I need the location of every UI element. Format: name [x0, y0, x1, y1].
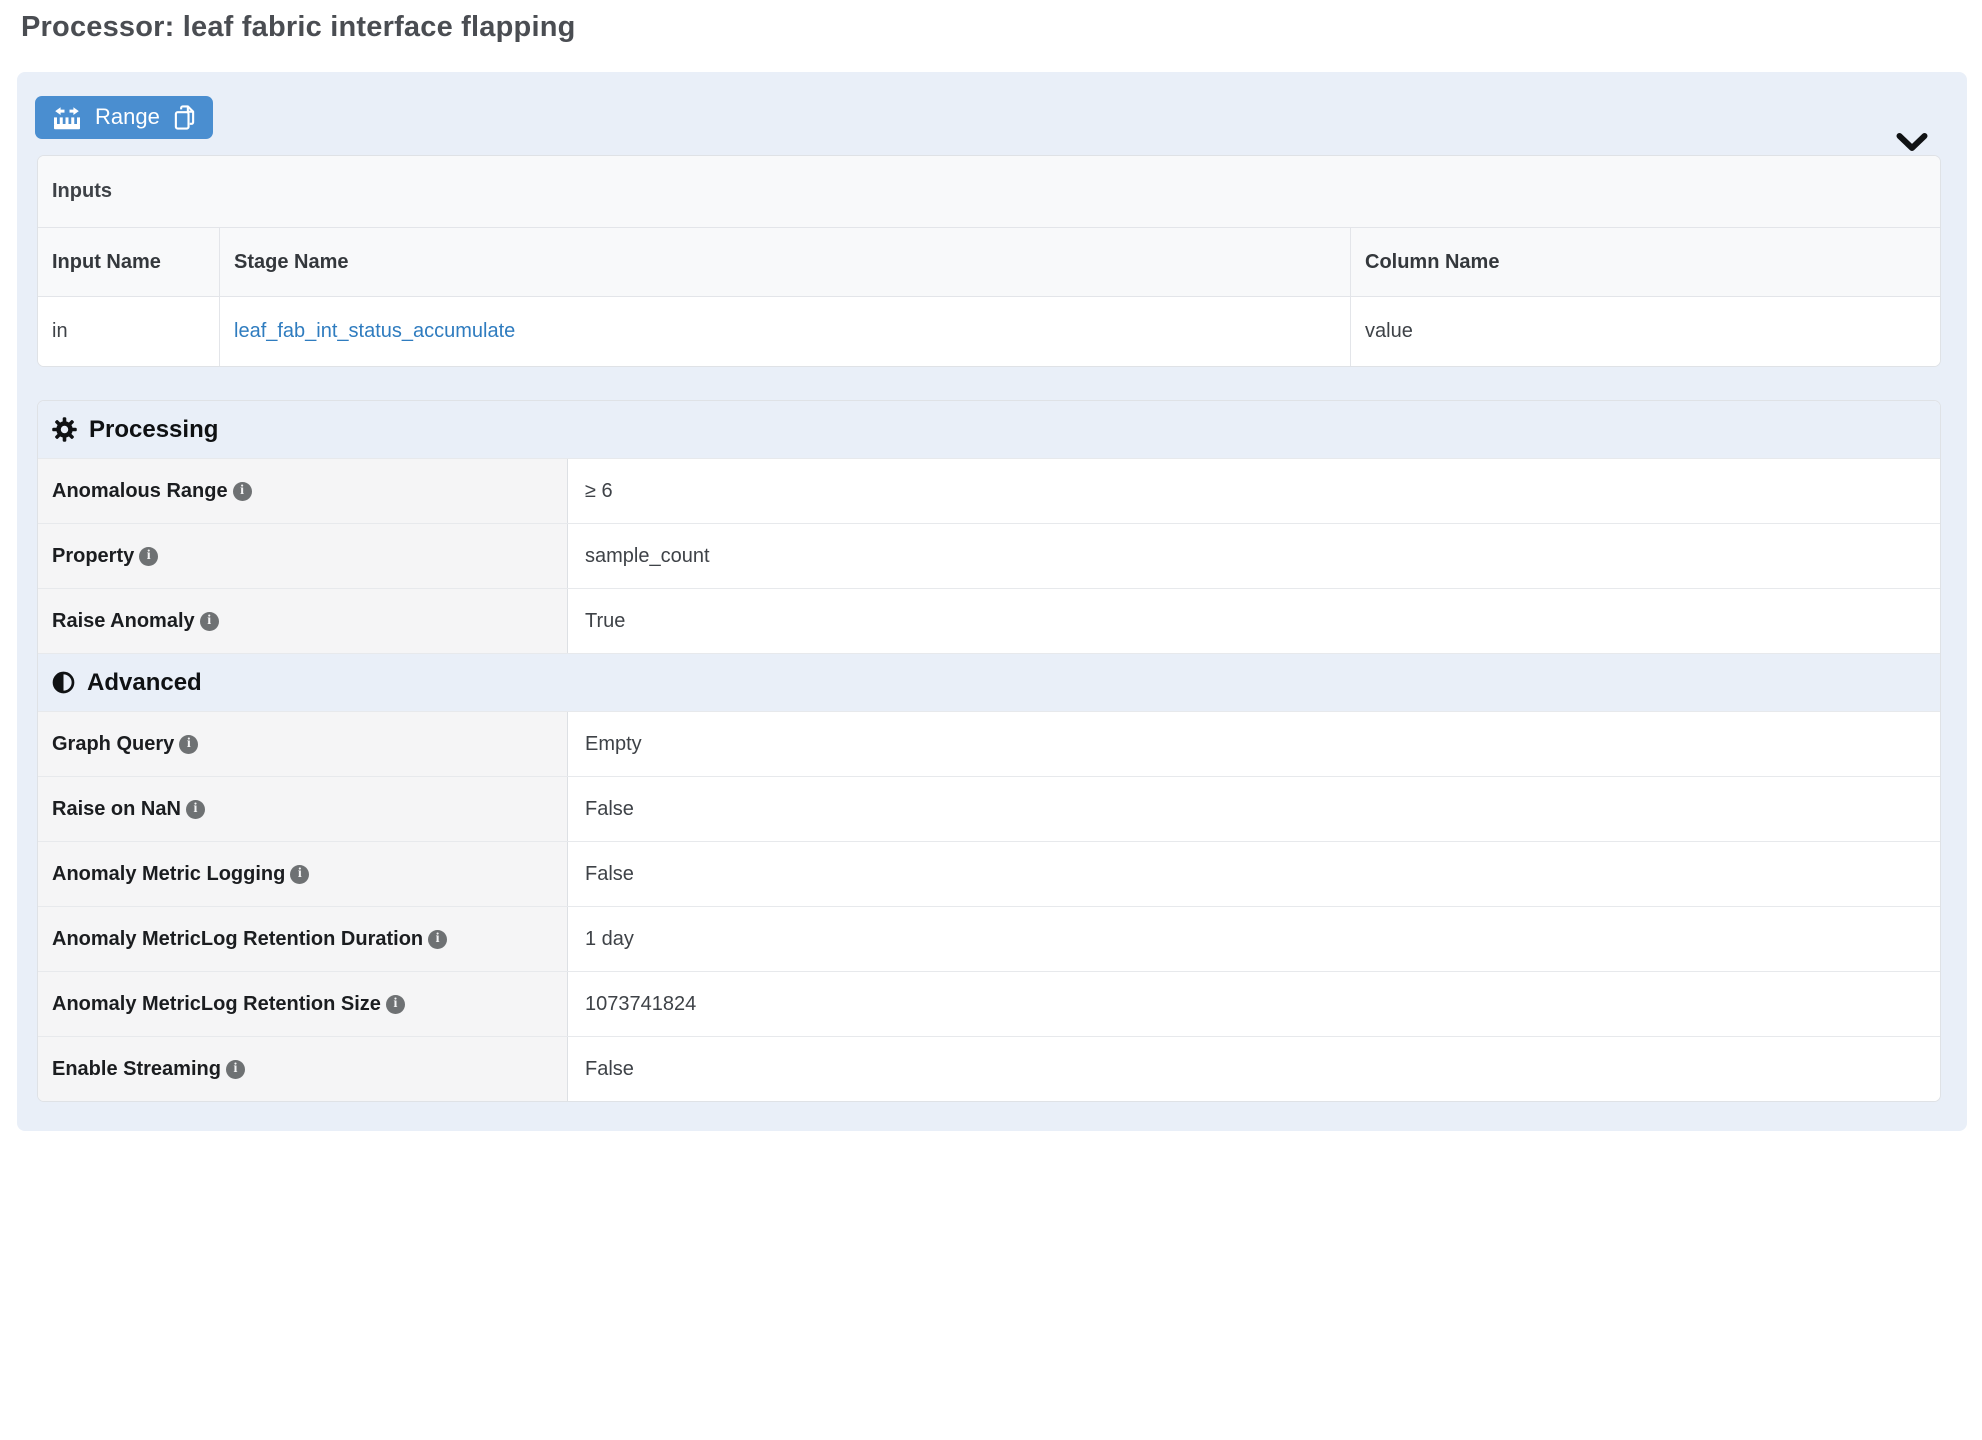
property-value: False: [568, 1037, 1940, 1101]
info-icon[interactable]: [233, 482, 252, 501]
property-value: Empty: [568, 712, 1940, 776]
property-row-retention-size: Anomaly MetricLog Retention Size 1073741…: [38, 971, 1940, 1036]
property-label-text: Enable Streaming: [52, 1058, 221, 1081]
property-label-text: Graph Query: [52, 733, 174, 756]
inputs-table: Inputs Input Name Stage Name Column Name…: [37, 155, 1941, 367]
collapse-panel-button[interactable]: [1895, 132, 1929, 154]
chevron-down-icon: [1895, 132, 1929, 154]
copy-icon[interactable]: [173, 104, 196, 131]
property-value: 1073741824: [568, 972, 1940, 1036]
property-label-text: Anomaly Metric Logging: [52, 863, 285, 886]
property-label: Anomalous Range: [38, 459, 568, 523]
stage-name-link[interactable]: leaf_fab_int_status_accumulate: [234, 320, 515, 343]
property-label-text: Raise Anomaly: [52, 610, 195, 633]
property-label-text: Anomaly MetricLog Retention Duration: [52, 928, 423, 951]
property-row-anomalous-range: Anomalous Range ≥ 6: [38, 458, 1940, 523]
property-label: Raise Anomaly: [38, 589, 568, 653]
inputs-table-title: Inputs: [38, 156, 1940, 227]
info-icon[interactable]: [386, 995, 405, 1014]
column-header-input-name: Input Name: [38, 228, 219, 296]
property-row-enable-streaming: Enable Streaming False: [38, 1036, 1940, 1101]
range-button-label: Range: [95, 106, 160, 130]
property-label: Anomaly Metric Logging: [38, 842, 568, 906]
section-title: Processing: [89, 416, 218, 444]
page-title: Processor: leaf fabric interface flappin…: [21, 11, 576, 44]
property-label-text: Anomaly MetricLog Retention Size: [52, 993, 381, 1016]
property-label: Graph Query: [38, 712, 568, 776]
input-name-cell: in: [38, 297, 219, 366]
processor-panel: Range Inputs Input Name Stage Name Colum…: [17, 72, 1967, 1131]
property-label-text: Property: [52, 545, 134, 568]
info-icon[interactable]: [200, 612, 219, 631]
range-icon: [52, 105, 82, 131]
property-label: Raise on NaN: [38, 777, 568, 841]
info-icon[interactable]: [290, 865, 309, 884]
property-value: True: [568, 589, 1940, 653]
property-value: 1 day: [568, 907, 1940, 971]
inputs-table-header-row: Input Name Stage Name Column Name: [38, 227, 1940, 296]
section-title: Advanced: [87, 669, 202, 697]
gear-icon: [51, 416, 78, 443]
column-header-stage-name: Stage Name: [219, 228, 1350, 296]
property-row-raise-on-nan: Raise on NaN False: [38, 776, 1940, 841]
property-label-text: Anomalous Range: [52, 480, 228, 503]
property-label: Anomaly MetricLog Retention Duration: [38, 907, 568, 971]
property-value: False: [568, 777, 1940, 841]
column-header-column-name: Column Name: [1350, 228, 1940, 296]
property-row-raise-anomaly: Raise Anomaly True: [38, 588, 1940, 653]
info-icon[interactable]: [226, 1060, 245, 1079]
property-value: ≥ 6: [568, 459, 1940, 523]
section-header-processing: Processing: [38, 401, 1940, 458]
property-row-graph-query: Graph Query Empty: [38, 711, 1940, 776]
property-value: False: [568, 842, 1940, 906]
section-header-advanced: Advanced: [38, 653, 1940, 711]
property-row-anomaly-metric-logging: Anomaly Metric Logging False: [38, 841, 1940, 906]
half-circle-icon: [51, 670, 76, 695]
info-icon[interactable]: [428, 930, 447, 949]
stage-name-cell: leaf_fab_int_status_accumulate: [219, 297, 1350, 366]
property-row-retention-duration: Anomaly MetricLog Retention Duration 1 d…: [38, 906, 1940, 971]
range-button[interactable]: Range: [35, 96, 213, 139]
property-row-property: Property sample_count: [38, 523, 1940, 588]
properties-table: Processing Anomalous Range ≥ 6 Property …: [37, 400, 1941, 1102]
property-value: sample_count: [568, 524, 1940, 588]
column-name-cell: value: [1350, 297, 1940, 366]
info-icon[interactable]: [139, 547, 158, 566]
info-icon[interactable]: [179, 735, 198, 754]
property-label-text: Raise on NaN: [52, 798, 181, 821]
property-label: Enable Streaming: [38, 1037, 568, 1101]
inputs-table-row: in leaf_fab_int_status_accumulate value: [38, 296, 1940, 366]
property-label: Anomaly MetricLog Retention Size: [38, 972, 568, 1036]
info-icon[interactable]: [186, 800, 205, 819]
property-label: Property: [38, 524, 568, 588]
